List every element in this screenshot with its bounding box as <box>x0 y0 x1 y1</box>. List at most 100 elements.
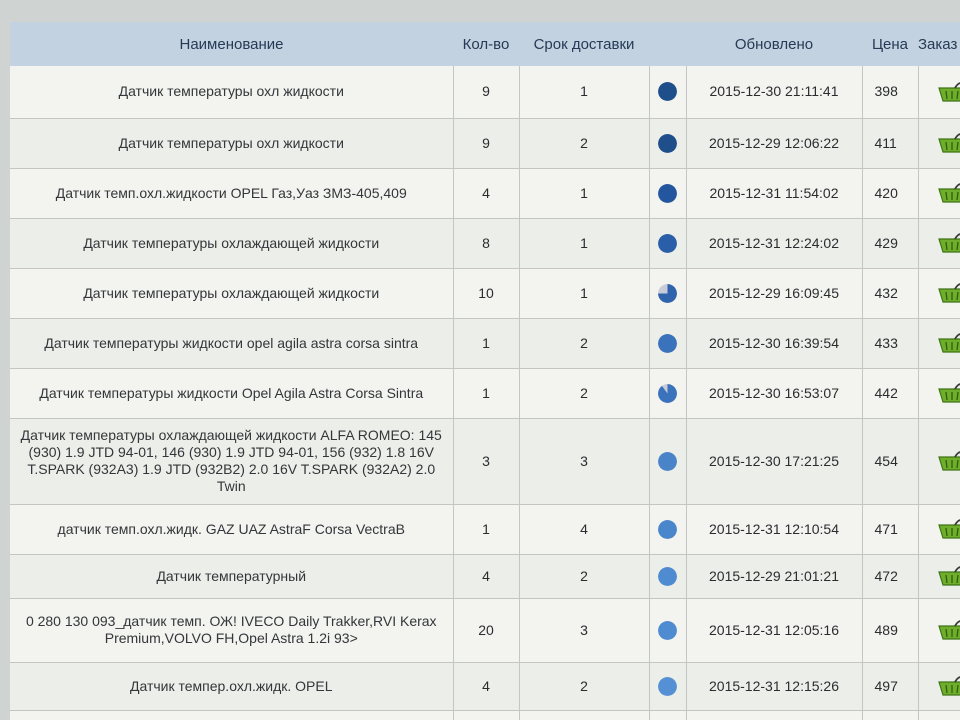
availability-cell <box>649 318 687 369</box>
updated-cell: 2015-12-30 16:53:07 <box>686 368 863 419</box>
price-cell <box>862 710 919 720</box>
availability-cell <box>649 504 687 555</box>
product-name: датчик темп.охл.жидк. GAZ UAZ AstraF Cor… <box>10 504 454 555</box>
delivery-term-cell: 3 <box>519 418 650 505</box>
availability-cell <box>649 418 687 505</box>
delivery-term-cell: 1 <box>519 268 650 319</box>
availability-pie-icon <box>658 133 677 153</box>
table-row: Датчик температуры охлаждающей жидкости … <box>10 268 960 319</box>
availability-pie-icon <box>658 82 677 102</box>
price-cell: 432 <box>862 268 919 319</box>
table-row: ДАТЧИК ТЕМПЕРАТУРЫ ОХЛ ЖИДКОСТИ НА МОЗГИ <box>10 710 960 720</box>
order-cell <box>918 218 960 269</box>
availability-cell <box>649 554 687 599</box>
add-to-cart-basket-icon[interactable] <box>937 282 960 304</box>
column-header-delivery[interactable]: Срок доставки <box>519 22 649 66</box>
quantity-cell: 3 <box>453 418 520 505</box>
add-to-cart-basket-icon[interactable] <box>937 182 960 204</box>
updated-cell: 2015-12-31 12:24:02 <box>686 218 863 269</box>
updated-cell: 2015-12-31 11:54:02 <box>686 168 863 219</box>
add-to-cart-basket-icon[interactable] <box>937 382 960 404</box>
table-row: Датчик темпер.охл.жидк. OPEL 4 2 2015-12… <box>10 662 960 711</box>
product-name: Датчик температуры охл жидкости <box>10 66 454 119</box>
quantity-cell: 20 <box>453 598 520 663</box>
table-row: Датчик температурный 4 2 2015-12-29 21:0… <box>10 554 960 599</box>
product-name: Датчик температуры охлаждающей жидкости … <box>10 418 454 505</box>
delivery-term-cell <box>519 710 650 720</box>
add-to-cart-basket-icon[interactable] <box>937 232 960 254</box>
availability-cell <box>649 710 687 720</box>
order-cell <box>918 66 960 119</box>
column-header-name[interactable]: Наименование <box>10 22 453 66</box>
price-cell: 433 <box>862 318 919 369</box>
product-name: Датчик температуры охлаждающей жидкости <box>10 268 454 319</box>
product-name: Датчик температурный <box>10 554 454 599</box>
product-name: Датчик температуры жидкости Opel Agila A… <box>10 368 454 419</box>
add-to-cart-basket-icon[interactable] <box>937 518 960 540</box>
availability-cell <box>649 218 687 269</box>
availability-cell <box>649 66 687 119</box>
availability-pie-icon <box>658 620 677 640</box>
add-to-cart-basket-icon[interactable] <box>937 675 960 697</box>
availability-pie-icon <box>658 383 677 403</box>
column-header-qty[interactable]: Кол-во <box>453 22 519 66</box>
order-cell <box>918 418 960 505</box>
column-header-availability <box>649 22 686 66</box>
table-row: Датчик температуры охлаждающей жидкости … <box>10 418 960 505</box>
add-to-cart-basket-icon[interactable] <box>937 132 960 154</box>
table-row: Датчик темп.охл.жидкости OPEL Газ,Уаз ЗМ… <box>10 168 960 219</box>
delivery-term-cell: 1 <box>519 66 650 119</box>
updated-cell: 2015-12-30 17:21:25 <box>686 418 863 505</box>
add-to-cart-basket-icon[interactable] <box>937 565 960 587</box>
add-to-cart-basket-icon[interactable] <box>937 81 960 103</box>
order-cell <box>918 504 960 555</box>
availability-pie-icon <box>658 283 677 303</box>
availability-cell <box>649 662 687 711</box>
table-row: Датчик температуры жидкости Opel Agila A… <box>10 368 960 419</box>
quantity-cell: 4 <box>453 662 520 711</box>
add-to-cart-basket-icon[interactable] <box>937 332 960 354</box>
price-cell: 442 <box>862 368 919 419</box>
availability-cell <box>649 118 687 169</box>
table-row: Датчик температуры охлаждающей жидкости … <box>10 218 960 269</box>
availability-pie-icon <box>658 566 677 586</box>
availability-cell <box>649 368 687 419</box>
availability-cell <box>649 168 687 219</box>
price-list-page: Наименование Кол-во Срок доставки Обновл… <box>0 0 960 720</box>
price-cell: 472 <box>862 554 919 599</box>
results-table: Наименование Кол-во Срок доставки Обновл… <box>10 22 960 720</box>
updated-cell: 2015-12-29 12:06:22 <box>686 118 863 169</box>
quantity-cell: 9 <box>453 118 520 169</box>
availability-pie-icon <box>658 519 677 539</box>
delivery-term-cell: 2 <box>519 554 650 599</box>
quantity-cell: 1 <box>453 504 520 555</box>
delivery-term-cell: 1 <box>519 218 650 269</box>
delivery-term-cell: 4 <box>519 504 650 555</box>
delivery-term-cell: 3 <box>519 598 650 663</box>
price-cell: 489 <box>862 598 919 663</box>
product-name: Датчик температуры жидкости opel agila a… <box>10 318 454 369</box>
quantity-cell: 8 <box>453 218 520 269</box>
updated-cell: 2015-12-31 12:10:54 <box>686 504 863 555</box>
column-header-price[interactable]: Цена <box>862 22 918 66</box>
order-cell <box>918 554 960 599</box>
table-body: Датчик температуры охл жидкости 9 1 2015… <box>10 66 960 720</box>
add-to-cart-basket-icon[interactable] <box>937 619 960 641</box>
table-header-row: Наименование Кол-во Срок доставки Обновл… <box>10 22 960 66</box>
product-name: Датчик температуры охл жидкости <box>10 118 454 169</box>
delivery-term-cell: 1 <box>519 168 650 219</box>
order-cell <box>918 662 960 711</box>
updated-cell: 2015-12-30 21:11:41 <box>686 66 863 119</box>
product-name: Датчик темпер.охл.жидк. OPEL <box>10 662 454 711</box>
column-header-order: Заказ <box>918 22 960 66</box>
product-name: Датчик темп.охл.жидкости OPEL Газ,Уаз ЗМ… <box>10 168 454 219</box>
order-cell <box>918 710 960 720</box>
price-cell: 420 <box>862 168 919 219</box>
availability-pie-icon <box>658 333 677 353</box>
column-header-updated[interactable]: Обновлено <box>686 22 862 66</box>
add-to-cart-basket-icon[interactable] <box>937 450 960 472</box>
updated-cell: 2015-12-31 12:15:26 <box>686 662 863 711</box>
table-row: Датчик температуры охл жидкости 9 1 2015… <box>10 66 960 119</box>
delivery-term-cell: 2 <box>519 662 650 711</box>
quantity-cell <box>453 710 520 720</box>
